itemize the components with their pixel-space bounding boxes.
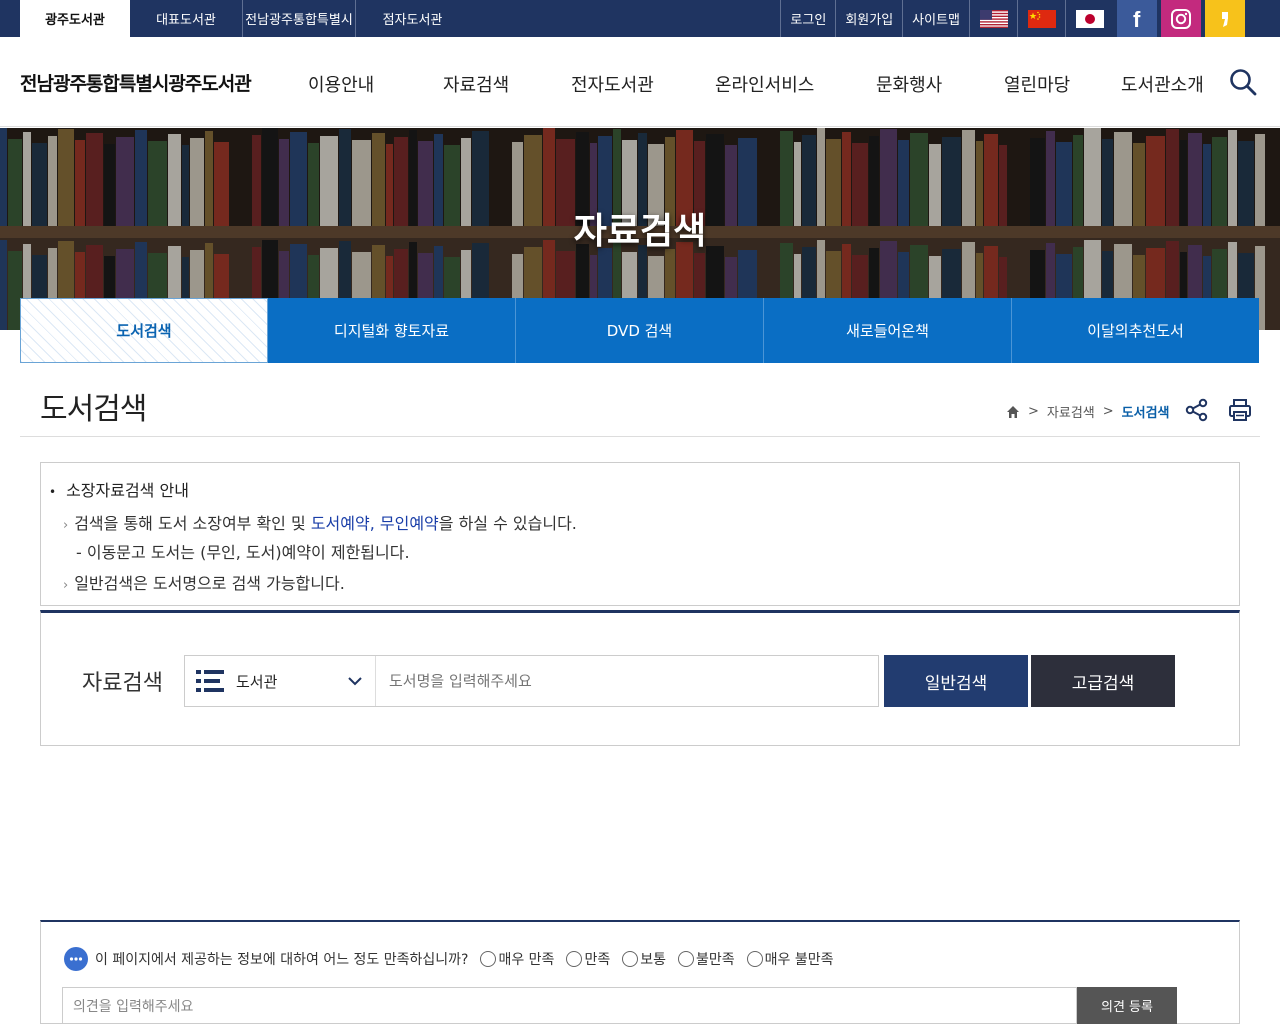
survey-question-row: 이 페이지에서 제공하는 정보에 대하여 어느 정도 만족하십니까? 매우 만족… [63,946,833,972]
breadcrumb-separator: > [1102,404,1114,419]
radio-very-dissatisfied[interactable]: 매우 불만족 [746,949,834,969]
arrow-icon: › [63,518,69,533]
gnb-culture[interactable]: 문화행사 [876,71,942,97]
hero-title: 자료검색 [573,211,707,252]
search-input[interactable] [377,656,877,706]
top-bar: 광주도서관 대표도서관 전남광주통합특별시 점자도서관 로그인 회원가입 사이트… [0,0,1280,37]
site-tabs: 광주도서관 대표도서관 전남광주통합특별시 점자도서관 [20,0,469,37]
tab-new-books[interactable]: 새로들어온책 [764,298,1012,363]
header: 전남광주통합특별시광주도서관 이용안내 자료검색 전자도서관 온라인서비스 문화… [0,37,1280,127]
gnb-search[interactable]: 자료검색 [443,71,509,97]
radio-label: 매우 불만족 [764,952,834,968]
unmanned-reserve-text: 무인예약 [379,514,439,533]
guide-text: 일반검색은 도서명으로 검색 가능합니다. [74,574,345,593]
sub-tabs: 도서검색 디지털화 향토자료 DVD 검색 새로들어온책 이달의추천도서 [20,298,1259,363]
tab-dvd-search[interactable]: DVD 검색 [516,298,764,363]
radio-circle[interactable] [566,951,583,967]
gnb-open-forum[interactable]: 열린마당 [1004,71,1070,97]
guide-note: - 이동문고 도서는 (무인, 도서)예약이 제한됩니다. [76,543,410,562]
breadcrumb: > 자료검색 > 도서검색 [1006,402,1170,421]
site-tab-special-city[interactable]: 전남광주통합특별시 [243,0,356,37]
opinion-input[interactable]: 의견을 입력해주세요 [62,987,1077,1024]
chinese-flag-icon[interactable] [1017,0,1065,37]
gnb-online-service[interactable]: 온라인서비스 [715,71,814,97]
share-icon[interactable] [1184,397,1210,423]
page-title: 도서검색 [40,392,147,427]
search-icon[interactable] [1228,67,1258,97]
guide-line: › 일반검색은 도서명으로 검색 가능합니다. [63,570,345,594]
opinion-submit-button[interactable]: 의견 등록 [1077,987,1177,1024]
radio-satisfied[interactable]: 만족 [566,949,610,969]
guide-text: 검색을 통해 도서 소장여부 확인 및 [74,514,311,533]
satisfaction-survey: 이 페이지에서 제공하는 정보에 대하여 어느 정도 만족하십니까? 매우 만족… [40,920,1240,1024]
radio-label: 보통 [640,952,666,968]
sitemap-link[interactable]: 사이트맵 [902,0,969,37]
search-guide-box: • 소장자료검색 안내 › 검색을 통해 도서 소장여부 확인 및 도서예약, 무인… [40,462,1240,606]
title-divider [20,436,1260,437]
tab-monthly-recommend[interactable]: 이달의추천도서 [1012,298,1259,363]
facebook-icon[interactable]: f [1117,0,1157,37]
utility-links: 로그인 회원가입 사이트맵 f [780,0,1245,37]
japanese-flag-icon[interactable] [1065,0,1113,37]
radio-label: 만족 [584,952,611,968]
library-select[interactable]: 도서관 [185,656,376,706]
radio-circle[interactable] [480,951,497,967]
guide-text: , [369,514,380,533]
site-logo[interactable]: 전남광주통합특별시광주도서관 [20,69,252,96]
arrow-icon: › [63,578,69,593]
gnb-elibrary[interactable]: 전자도서관 [571,71,654,97]
gnb-about[interactable]: 도서관소개 [1121,71,1204,97]
radio-circle[interactable] [622,951,639,967]
chevron-down-icon [348,677,362,686]
gnb-usage[interactable]: 이용안내 [308,71,374,97]
radio-label: 매우 만족 [498,952,555,968]
radio-dissatisfied[interactable]: 불만족 [677,949,735,969]
tab-digital-local[interactable]: 디지털화 향토자료 [268,298,516,363]
radio-circle[interactable] [677,951,694,967]
list-icon [196,670,224,692]
guide-line: › 검색을 통해 도서 소장여부 확인 및 도서예약, 무인예약을 하실 수 있습… [63,510,577,534]
radio-very-satisfied[interactable]: 매우 만족 [480,949,554,969]
login-link[interactable]: 로그인 [780,0,835,37]
search-field: 도서관 [184,655,879,707]
basic-search-button[interactable]: 일반검색 [884,655,1028,707]
site-tab-gwangju[interactable]: 광주도서관 [20,0,130,37]
tab-book-search[interactable]: 도서검색 [20,298,268,363]
home-icon[interactable] [1006,405,1020,419]
signup-link[interactable]: 회원가입 [835,0,902,37]
kakao-story-icon[interactable] [1205,0,1245,37]
radio-circle[interactable] [746,951,763,967]
guide-text: 을 하실 수 있습니다. [438,514,577,533]
library-select-value: 도서관 [236,672,278,691]
print-icon[interactable] [1227,397,1253,423]
svg-text:f: f [1133,8,1141,30]
guide-heading-text: 소장자료검색 안내 [66,481,189,500]
breadcrumb-separator: > [1028,404,1039,419]
site-tab-main[interactable]: 대표도서관 [130,0,243,37]
radio-label: 불만족 [695,952,735,968]
book-reserve-text: 도서예약 [310,514,370,533]
breadcrumb-current[interactable]: 도서검색 [1122,402,1170,421]
search-panel: 자료검색 도서관 일반검색 고급검색 [40,610,1240,746]
site-tab-braille[interactable]: 점자도서관 [356,0,469,37]
survey-question: 이 페이지에서 제공하는 정보에 대하여 어느 정도 만족하십니까? [95,952,469,968]
guide-heading: • 소장자료검색 안내 [49,477,189,501]
bullet-icon: • [49,485,57,499]
breadcrumb-item[interactable]: 자료검색 [1047,402,1095,421]
advanced-search-button[interactable]: 고급검색 [1031,655,1175,707]
instagram-icon[interactable] [1161,0,1201,37]
english-flag-icon[interactable] [969,0,1017,37]
search-label: 자료검색 [82,671,163,696]
chat-bubble-icon [64,947,88,971]
radio-neutral[interactable]: 보통 [622,949,666,969]
